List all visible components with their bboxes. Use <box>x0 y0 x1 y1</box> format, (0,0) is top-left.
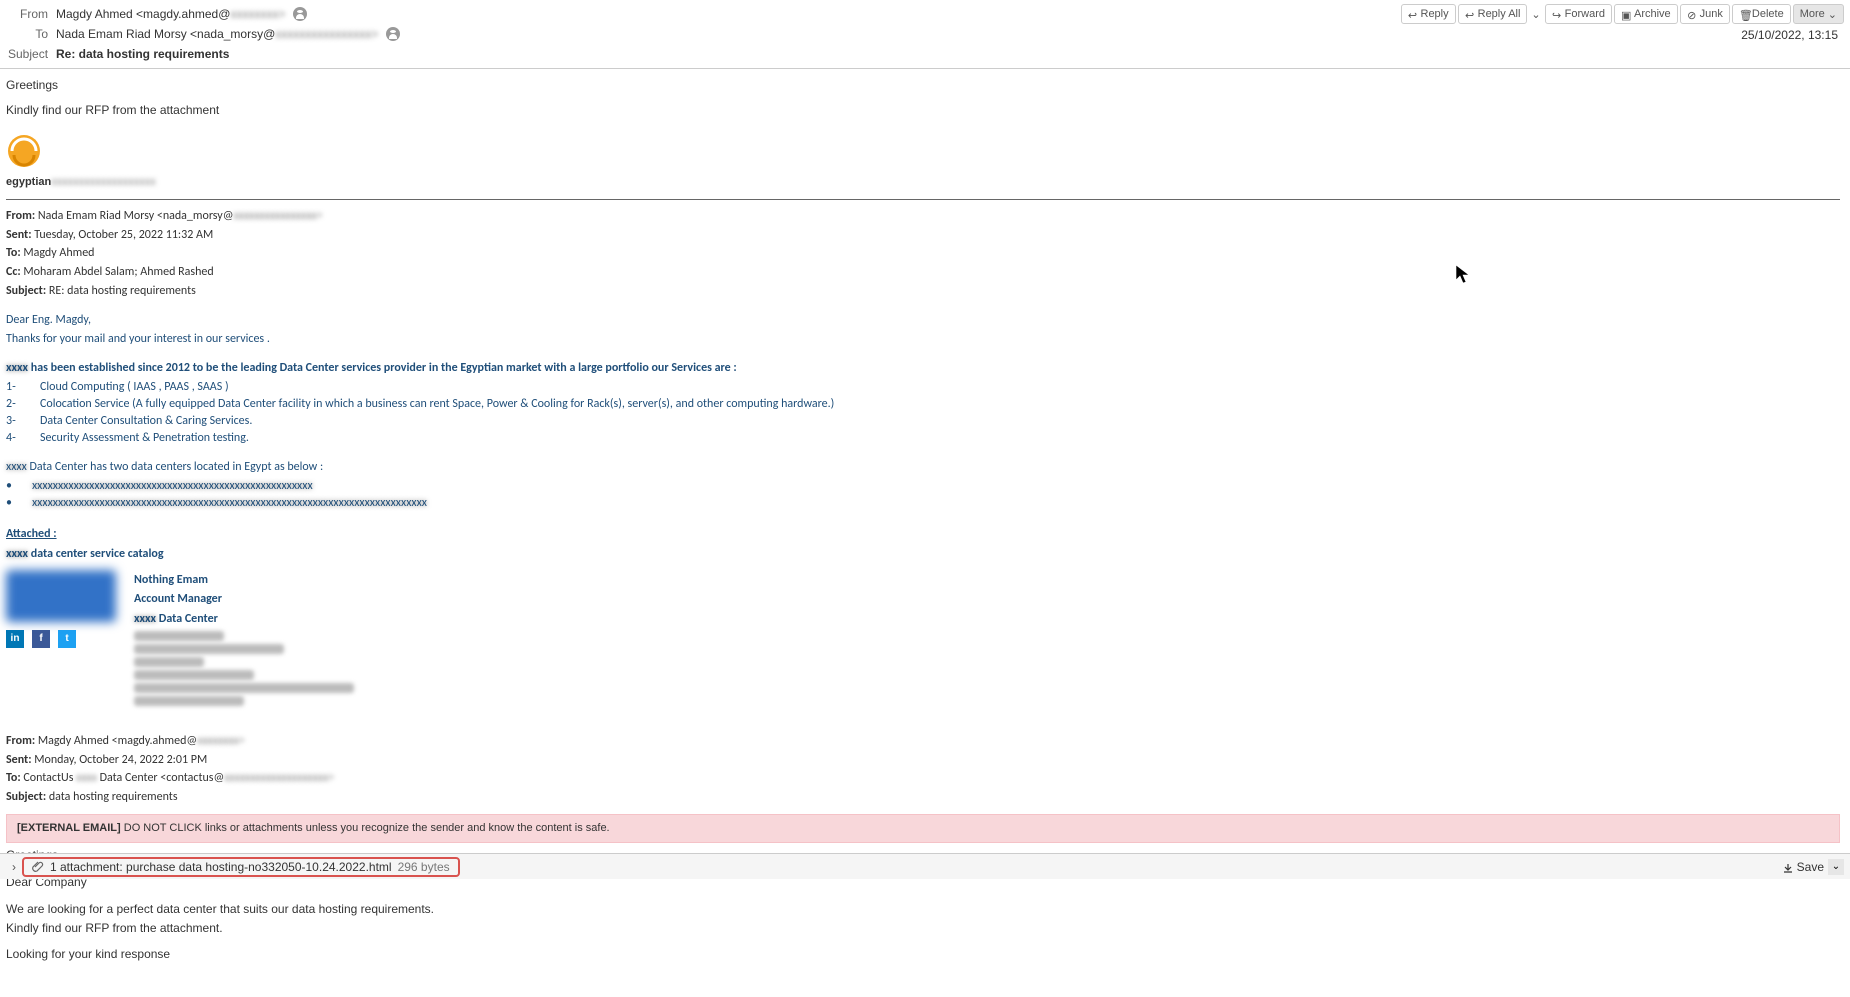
junk-button[interactable]: ⊘Junk <box>1680 4 1730 24</box>
contact-icon[interactable] <box>386 27 400 41</box>
orig-line3: Looking for your kind response <box>6 946 1840 963</box>
catalog-line: data center service catalog <box>28 547 164 561</box>
divider <box>6 199 1840 200</box>
sig-title: Account Manager <box>134 591 354 608</box>
service-item: 1-Cloud Computing ( IAAS , PAAS , SAAS ) <box>6 379 1840 396</box>
save-dropdown-button[interactable]: ⌄ <box>1828 859 1844 875</box>
save-attachment-button[interactable]: Save <box>1783 860 1824 874</box>
archive-icon: ▣ <box>1621 9 1631 19</box>
service-item: 3-Data Center Consultation & Caring Serv… <box>6 413 1840 430</box>
orig-line2: Kindly find our RFP from the attachment. <box>6 920 1840 937</box>
attached-label: Attached : <box>6 526 1840 543</box>
junk-icon: ⊘ <box>1687 9 1697 19</box>
message-date: 25/10/2022, 13:15 <box>1741 28 1838 42</box>
attachment-item[interactable]: 1 attachment: purchase data hosting-no33… <box>22 857 460 877</box>
quoted-header-2: From: Magdy Ahmed <magdy.ahmed@xxxxxxxx>… <box>6 733 1840 806</box>
delete-button[interactable]: 🗑Delete <box>1732 4 1791 24</box>
reply-all-dropdown[interactable]: ⌄ <box>1529 4 1542 24</box>
dear-line: Dear Eng. Magdy, <box>6 312 1840 329</box>
service-item: 4-Security Assessment & Penetration test… <box>6 430 1840 447</box>
attachment-name: 1 attachment: purchase data hosting-no33… <box>50 860 392 874</box>
archive-button[interactable]: ▣Archive <box>1614 4 1678 24</box>
forward-label: Forward <box>1565 8 1605 20</box>
sig-blur: xxxxxxxxxxxxxxxxxxx <box>51 176 156 188</box>
intro-line: has been established since 2012 to be th… <box>28 361 737 375</box>
download-icon <box>1783 862 1793 872</box>
sig-company: Data Center <box>156 612 218 626</box>
contact-icon[interactable] <box>293 7 307 21</box>
service-item: 2-Colocation Service (A fully equipped D… <box>6 396 1840 413</box>
greeting-text: Greetings <box>6 77 1840 94</box>
subject-value: Re: data hosting requirements <box>56 47 1842 61</box>
reply-all-label: Reply All <box>1478 8 1521 20</box>
linkedin-icon[interactable]: in <box>6 630 24 648</box>
message-toolbar: ↩Reply ↩Reply All ⌄ ↪Forward ▣Archive ⊘J… <box>1401 4 1845 24</box>
to-label: To <box>8 27 56 41</box>
more-label: More <box>1800 8 1825 20</box>
services-list: 1-Cloud Computing ( IAAS , PAAS , SAAS )… <box>6 379 1840 446</box>
reply-icon: ↩ <box>1408 9 1418 19</box>
reply-label: Reply <box>1421 8 1449 20</box>
from-label: From <box>8 7 56 21</box>
more-button[interactable]: More ⌄ <box>1793 4 1844 24</box>
delete-label: Delete <box>1752 8 1784 20</box>
save-label: Save <box>1797 860 1824 874</box>
signature-block: in f t Nothing Emam Account Manager xxxx… <box>6 570 1840 708</box>
to-value: Nada Emam Riad Morsy <nada_morsy@xxxxxxx… <box>56 27 1842 42</box>
delete-icon: 🗑 <box>1739 9 1749 19</box>
sig-name: Nothing Emam <box>134 572 354 589</box>
junk-label: Junk <box>1700 8 1723 20</box>
body-line: Kindly find our RFP from the attachment <box>6 102 1840 119</box>
external-email-warning: [EXTERNAL EMAIL] DO NOT CLICK links or a… <box>6 814 1840 843</box>
orig-line1: We are looking for a perfect data center… <box>6 901 1840 918</box>
attachment-bar: › 1 attachment: purchase data hosting-no… <box>0 853 1850 879</box>
reply-button[interactable]: ↩Reply <box>1401 4 1456 24</box>
reply-all-icon: ↩ <box>1465 9 1475 19</box>
quoted-header-1: From: Nada Emam Riad Morsy <nada_morsy@x… <box>6 208 1840 300</box>
forward-icon: ↪ <box>1552 9 1562 19</box>
paperclip-icon <box>32 860 44 874</box>
sig-prefix: egyptian <box>6 176 51 188</box>
eacd-logo-icon <box>6 133 42 169</box>
thanks-line: Thanks for your mail and your interest i… <box>6 331 1840 348</box>
facebook-icon[interactable]: f <box>32 630 50 648</box>
dc-line: Data Center has two data centers located… <box>27 460 323 474</box>
expand-attachments-button[interactable]: › <box>6 860 22 874</box>
archive-label: Archive <box>1634 8 1671 20</box>
attachment-size: 296 bytes <box>398 860 450 874</box>
reply-all-button[interactable]: ↩Reply All <box>1458 4 1528 24</box>
forward-button[interactable]: ↪Forward <box>1545 4 1612 24</box>
twitter-icon[interactable]: t <box>58 630 76 648</box>
company-logo-icon <box>6 570 116 622</box>
subject-label: Subject <box>8 47 56 61</box>
